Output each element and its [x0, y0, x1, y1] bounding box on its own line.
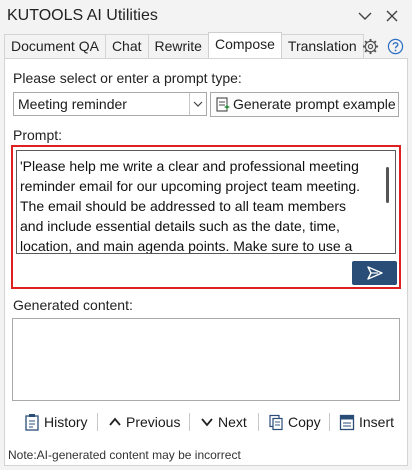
document-sparkle-icon [216, 97, 230, 112]
title-bar: KUTOOLS AI Utilities [0, 0, 412, 34]
copy-icon [269, 414, 283, 430]
insert-button[interactable]: Insert [339, 410, 394, 434]
prompt-highlight-box: 'Please help me write a clear and profes… [11, 145, 401, 289]
generate-prompt-example-button[interactable]: Generate prompt example [210, 92, 399, 117]
send-icon [367, 266, 383, 280]
send-button[interactable] [352, 261, 397, 285]
chevron-up-icon [109, 417, 121, 426]
tab-rewrite[interactable]: Rewrite [147, 34, 209, 58]
toolbar-divider [97, 413, 98, 431]
prompt-type-select[interactable]: Meeting reminder [13, 92, 207, 116]
generate-prompt-example-label: Generate prompt example [233, 96, 396, 112]
tab-chat[interactable]: Chat [104, 34, 149, 58]
generated-content-label: Generated content: [13, 297, 133, 313]
disclaimer-note: Note:AI-generated content may be incorre… [8, 448, 241, 462]
history-button[interactable]: History [24, 410, 88, 434]
toolbar-divider [189, 413, 190, 431]
prompt-type-label: Please select or enter a prompt type: [13, 70, 242, 86]
toolbar-divider [329, 413, 330, 431]
copy-button[interactable]: Copy [268, 410, 321, 434]
prompt-label: Prompt: [13, 127, 63, 143]
tab-bar: Document QA Chat Rewrite Compose Transla… [4, 32, 364, 58]
prompt-scrollbar[interactable] [386, 167, 389, 203]
next-button[interactable]: Next [200, 410, 247, 434]
bottom-toolbar: History Previous Next Copy Insert [0, 410, 412, 434]
tab-compose[interactable]: Compose [207, 32, 282, 58]
window-title: KUTOOLS AI Utilities [7, 7, 158, 24]
clipboard-icon [25, 414, 39, 431]
dropdown-arrow[interactable] [189, 93, 206, 115]
prompt-textarea[interactable]: 'Please help me write a clear and profes… [16, 150, 396, 254]
chevron-down-icon [193, 101, 203, 107]
collapse-chevron-icon[interactable] [357, 8, 373, 24]
previous-button[interactable]: Previous [108, 410, 180, 434]
gear-icon[interactable] [362, 38, 379, 55]
chevron-down-icon [201, 418, 213, 427]
history-label: History [44, 414, 88, 430]
copy-label: Copy [288, 414, 321, 430]
insert-label: Insert [359, 414, 395, 430]
toolbar-divider [258, 413, 259, 431]
tab-translation[interactable]: Translation [280, 34, 364, 58]
generated-content-area[interactable] [12, 318, 400, 401]
help-icon[interactable] [387, 38, 404, 55]
insert-icon [339, 414, 355, 430]
prompt-type-value: Meeting reminder [18, 96, 127, 112]
next-label: Next [218, 414, 247, 430]
previous-label: Previous [126, 414, 181, 430]
close-icon[interactable] [384, 8, 400, 24]
tab-document-qa[interactable]: Document QA [4, 34, 106, 58]
prompt-text: 'Please help me write a clear and profes… [20, 158, 361, 254]
